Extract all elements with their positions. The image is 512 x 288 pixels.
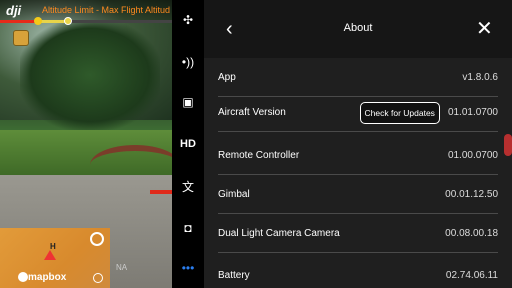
top-status-bar: dji Altitude Limit - Max Flight Altitud [0,0,172,25]
about-panel: ‹ About ✕ App v1.8.0.6 Aircraft Version … [204,0,512,288]
row-value: 00.08.00.18 [445,228,498,239]
settings-icon-column: ✣ •)) ▣ HD 文 ◘ ••• [172,0,204,288]
row-label: Remote Controller [218,150,300,161]
aircraft-arrow-icon [44,250,56,260]
altitude-warning: Altitude Limit - Max Flight Altitud [42,5,171,15]
about-row-camera: Dual Light Camera Camera 00.08.00.18 [218,215,498,253]
panel-header: ‹ About ✕ [204,0,512,58]
drone-icon[interactable]: ✣ [178,10,198,30]
camera-mode-icon[interactable] [13,30,29,46]
row-label: Aircraft Version [218,107,286,118]
scrollbar[interactable] [504,134,512,156]
row-value: 01.01.0700 [447,107,498,118]
row-value: v1.8.0.6 [462,72,498,83]
progress-marker-secondary [64,17,72,25]
mapbox-logo-icon [18,272,28,282]
close-icon[interactable]: ✕ [476,16,493,41]
locate-icon[interactable] [90,232,104,246]
row-value: 01.00.0700 [447,150,498,161]
row-label: Dual Light Camera Camera [218,228,340,239]
dji-logo: dji [6,3,22,18]
about-row-aircraft: Aircraft Version Check for Updates 01.01… [218,94,498,132]
feed-tree [20,20,160,130]
mapbox-label: mapbox [28,272,67,283]
progress-marker [34,17,42,25]
row-label: Gimbal [218,189,250,200]
check-updates-button[interactable]: Check for Updates [359,101,440,124]
more-icon[interactable]: ••• [178,258,198,278]
language-icon[interactable]: 文 [178,176,198,196]
row-label: Battery [218,269,250,281]
row-right: Check for Updates 01.01.0700 [359,101,498,124]
about-row-app: App v1.8.0.6 [218,59,498,97]
progress-red [0,20,38,23]
info-icon[interactable] [93,273,103,283]
row-value: 02.74.06.11 [445,269,498,281]
status-na: NA [116,263,128,272]
minimap[interactable]: H mapbox [0,228,110,288]
about-row-remote-controller: Remote Controller 01.00.0700 [218,137,498,175]
flight-progress-bar [0,17,172,25]
about-row-battery: Battery 02.74.06.11 [218,256,498,288]
about-row-gimbal: Gimbal 00.01.12.50 [218,176,498,214]
camera-icon[interactable]: ◘ [178,218,198,238]
obstacle-indicator [150,190,172,194]
hd-icon[interactable]: HD [178,134,198,154]
row-value: 00.01.12.50 [445,189,498,200]
row-label: App [218,72,236,83]
signal-icon[interactable]: •)) [178,52,198,72]
page-title: About [343,22,373,34]
remote-controller-icon[interactable]: ▣ [178,92,198,112]
feed-curb [90,145,172,185]
